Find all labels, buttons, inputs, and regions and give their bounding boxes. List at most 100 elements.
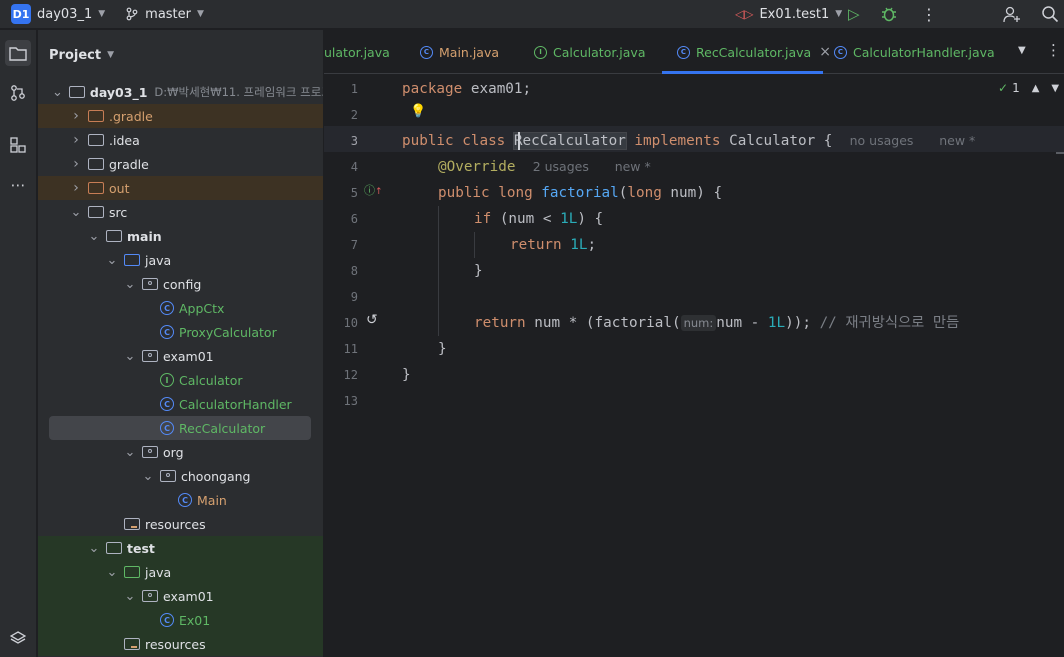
editor-tab[interactable]: C RecCalculator.java × bbox=[677, 30, 831, 74]
chevron-down-icon[interactable]: ⌄ bbox=[106, 565, 118, 580]
tree-item[interactable]: ⌄ exam01 bbox=[38, 584, 323, 608]
more-icon[interactable]: ⋮ bbox=[921, 5, 937, 24]
code-area[interactable]: package exam01; 💡 public class RecCalcul… bbox=[402, 74, 1064, 657]
override-method-icon[interactable]: ⓘ↑ bbox=[364, 182, 383, 198]
chevron-down-icon[interactable]: ⌄ bbox=[70, 205, 82, 220]
structure-tool-button[interactable] bbox=[5, 132, 31, 158]
tree-item[interactable]: C AppCtx bbox=[38, 296, 323, 320]
search-icon[interactable] bbox=[1041, 5, 1059, 23]
author-hint[interactable]: new * bbox=[939, 133, 975, 148]
chevron-down-icon[interactable]: ⌄ bbox=[124, 445, 136, 460]
tree-item[interactable]: C ProxyCalculator bbox=[38, 320, 323, 344]
more-tools-icon[interactable]: ⋯ bbox=[5, 172, 31, 198]
tree-item[interactable]: resources bbox=[38, 632, 323, 656]
recursive-call-icon[interactable]: ↺ bbox=[366, 312, 378, 328]
tree-item[interactable]: C CalculatorHandler bbox=[38, 392, 323, 416]
line-number[interactable]: 6 bbox=[324, 212, 358, 226]
branch-selector[interactable]: master ▼ bbox=[125, 7, 204, 22]
tree-item[interactable]: ⌄ choongang bbox=[38, 464, 323, 488]
project-name: day03_1 bbox=[37, 6, 93, 22]
folder-icon bbox=[88, 110, 104, 122]
line-number[interactable]: 13 bbox=[324, 394, 358, 408]
tree-item-label: resources bbox=[145, 636, 206, 652]
editor-tab[interactable]: ulator.java bbox=[324, 30, 390, 74]
chevron-down-icon[interactable]: ⌄ bbox=[124, 589, 136, 604]
tree-item[interactable]: ⌄ java bbox=[38, 248, 323, 272]
tab-list-chevron-icon[interactable]: ▼ bbox=[1018, 45, 1026, 56]
tree-item[interactable]: ⌄ src bbox=[38, 200, 323, 224]
line-number[interactable]: 10 bbox=[324, 316, 358, 330]
line-number[interactable]: 12 bbox=[324, 368, 358, 382]
project-panel-header[interactable]: Project ▼ bbox=[38, 30, 323, 80]
tree-item-label: config bbox=[163, 276, 202, 292]
more-tabs-icon[interactable]: ⋮ bbox=[1046, 41, 1061, 59]
chevron-down-icon[interactable]: ⌄ bbox=[88, 541, 100, 556]
author-hint[interactable]: new * bbox=[615, 159, 651, 174]
chevron-right-icon[interactable]: › bbox=[70, 108, 82, 124]
lightbulb-icon[interactable]: 💡 bbox=[410, 104, 426, 119]
tool-window-bar: ⋯ bbox=[0, 30, 37, 657]
chevron-down-icon[interactable]: ⌄ bbox=[88, 229, 100, 244]
project-tool-button[interactable] bbox=[5, 40, 31, 66]
services-tool-button[interactable] bbox=[5, 625, 31, 651]
add-user-icon[interactable] bbox=[1003, 5, 1021, 23]
line-number[interactable]: 4 bbox=[324, 160, 358, 174]
tree-item[interactable]: ⌄ day03_1 D:₩박세현₩11. 프레임워크 프로그 bbox=[38, 80, 323, 104]
code-line-12: } bbox=[402, 367, 411, 383]
line-number[interactable]: 1 bbox=[324, 82, 358, 96]
tree-item[interactable]: resources bbox=[38, 512, 323, 536]
tree-item[interactable]: › out bbox=[38, 176, 323, 200]
line-number[interactable]: 3 bbox=[324, 134, 358, 148]
project-selector[interactable]: day03_1 ▼ bbox=[37, 7, 105, 22]
tab-label: RecCalculator.java bbox=[696, 44, 812, 60]
chevron-right-icon[interactable]: › bbox=[70, 156, 82, 172]
close-icon[interactable]: × bbox=[819, 44, 831, 60]
tree-item[interactable]: ⌄ config bbox=[38, 272, 323, 296]
project-badge[interactable]: D1 bbox=[11, 4, 31, 24]
editor-tab[interactable]: C Main.java bbox=[420, 30, 499, 74]
tree-item[interactable]: C Main bbox=[38, 488, 323, 512]
run-config-selector[interactable]: ◁▷ Ex01.test1 ▼ bbox=[735, 7, 842, 22]
usage-hint[interactable]: 2 usages bbox=[533, 159, 589, 174]
tree-item-label: day03_1 bbox=[89, 84, 148, 100]
editor-tab[interactable]: I Calculator.java bbox=[534, 30, 646, 74]
line-number[interactable]: 5 bbox=[324, 186, 358, 200]
editor-tab[interactable]: C CalculatorHandler.java bbox=[834, 30, 995, 74]
folder-icon bbox=[124, 566, 140, 578]
chevron-down-icon[interactable]: ⌄ bbox=[106, 253, 118, 268]
line-number[interactable]: 11 bbox=[324, 342, 358, 356]
tree-item[interactable]: › .idea bbox=[38, 128, 323, 152]
line-number[interactable]: 9 bbox=[324, 290, 358, 304]
indent-guide bbox=[474, 232, 475, 258]
tree-item-label: AppCtx bbox=[179, 300, 225, 316]
tree-item[interactable]: › .gradle bbox=[38, 104, 323, 128]
tree-item[interactable]: ⌄ org bbox=[38, 440, 323, 464]
line-number[interactable]: 2 bbox=[324, 108, 358, 122]
code-line-7: return 1L; bbox=[510, 237, 597, 253]
commit-tool-button[interactable] bbox=[5, 80, 31, 106]
chevron-right-icon[interactable]: › bbox=[70, 132, 82, 148]
chevron-right-icon[interactable]: › bbox=[70, 180, 82, 196]
tree-item[interactable]: ⌄ test bbox=[38, 536, 323, 560]
chevron-down-icon[interactable]: ⌄ bbox=[124, 349, 136, 364]
debug-icon[interactable] bbox=[880, 5, 898, 23]
tree-item[interactable]: › gradle bbox=[38, 152, 323, 176]
line-number[interactable]: 8 bbox=[324, 264, 358, 278]
tree-item[interactable]: C RecCalculator bbox=[49, 416, 311, 440]
line-number[interactable]: 7 bbox=[324, 238, 358, 252]
chevron-down-icon[interactable]: ⌄ bbox=[52, 85, 63, 100]
usage-hint[interactable]: no usages bbox=[850, 133, 914, 148]
tree-item[interactable]: ⌄ exam01 bbox=[38, 344, 323, 368]
folder-icon bbox=[88, 134, 104, 146]
chevron-down-icon[interactable]: ⌄ bbox=[142, 469, 154, 484]
tree-item[interactable]: ⌄ java bbox=[38, 560, 323, 584]
run-icon[interactable]: ▷ bbox=[848, 5, 860, 23]
chevron-down-icon[interactable]: ⌄ bbox=[124, 277, 136, 292]
tree-item-label: choongang bbox=[181, 468, 251, 484]
editor-area: ulator.java C Main.java I Calculator.java C Re… bbox=[324, 30, 1064, 657]
tree-item[interactable]: C Ex01 bbox=[38, 608, 323, 632]
tree-item-label: CalculatorHandler bbox=[179, 396, 292, 412]
class-icon: C bbox=[160, 325, 174, 339]
tree-item[interactable]: ⌄ main bbox=[38, 224, 323, 248]
tree-item[interactable]: I Calculator bbox=[38, 368, 323, 392]
